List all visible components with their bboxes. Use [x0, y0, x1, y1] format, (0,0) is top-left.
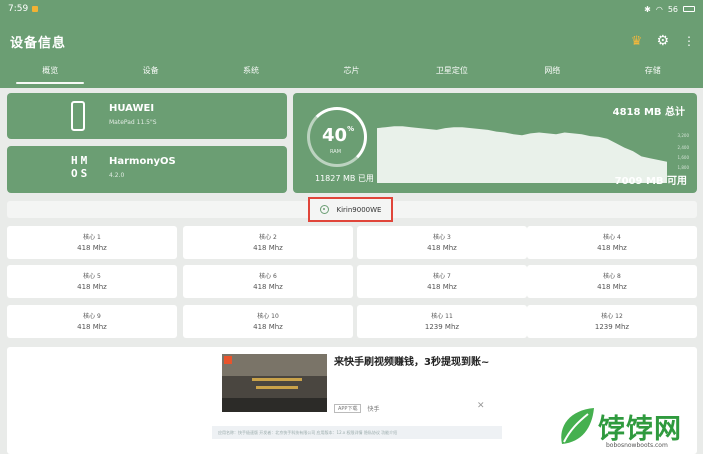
core-card: 核心 5 418 Mhz — [7, 265, 177, 298]
ram-used: 11827 MB 已用 — [315, 174, 374, 183]
ad-image-sky — [222, 354, 327, 376]
tab-overview[interactable]: 概览 — [0, 64, 100, 84]
tab-system[interactable]: 系统 — [201, 64, 301, 84]
ad-meta: APP下载 快手 — [334, 404, 379, 413]
ram-card[interactable]: 40% RAM 11827 MB 已用 4818 MB 总计 7009 MB 可… — [293, 93, 697, 193]
core-freq: 418 Mhz — [253, 283, 283, 291]
ad-image[interactable] — [222, 354, 327, 412]
os-card[interactable]: HM OS HarmonyOS 4.2.0 — [7, 146, 287, 193]
tab-chip[interactable]: 芯片 — [301, 64, 401, 84]
ad-image-band — [256, 386, 298, 389]
status-bar: 7:59 ✱ ◠ 56 — [0, 0, 703, 18]
device-model: MatePad 11.5"S — [109, 119, 157, 126]
core-freq: 418 Mhz — [77, 283, 107, 291]
ram-usage-chart — [377, 126, 667, 183]
tab-storage[interactable]: 存储 — [603, 64, 703, 84]
watermark-logo: 饽饽网 bobosnowboots.com — [556, 404, 703, 454]
watermark-text: 饽饽网 — [598, 414, 682, 445]
core-freq: 1239 Mhz — [594, 323, 630, 331]
ram-tick-2: 2,400 — [677, 145, 689, 150]
ad-image-band — [252, 378, 302, 381]
ram-percent: 40% — [322, 125, 355, 146]
close-icon[interactable]: ✕ — [477, 401, 485, 411]
ram-total: 4818 MB 总计 — [612, 107, 685, 118]
core-freq: 1239 Mhz — [424, 323, 460, 331]
core-name: 核心 4 — [603, 234, 621, 241]
core-card: 核心 2 418 Mhz — [183, 226, 353, 259]
core-card: 核心 12 1239 Mhz — [527, 305, 697, 338]
core-freq: 418 Mhz — [253, 244, 283, 252]
core-name: 核心 3 — [433, 234, 451, 241]
chip-highlight[interactable]: Kirin9000WE — [308, 197, 393, 222]
core-name: 核心 5 — [83, 273, 101, 280]
chip-name: Kirin9000WE — [336, 205, 382, 214]
ram-tick-1: 3,200 — [677, 133, 689, 138]
core-name: 核心 11 — [431, 313, 453, 320]
core-name: 核心 12 — [601, 313, 623, 320]
core-card: 核心 3 418 Mhz — [357, 226, 527, 259]
more-icon[interactable]: ⋮ — [683, 34, 695, 48]
core-card: 核心 8 418 Mhz — [527, 265, 697, 298]
device-card[interactable]: HUAWEI MatePad 11.5"S — [7, 93, 287, 139]
harmonyos-logo-icon: HM OS — [71, 154, 91, 180]
device-brand: HUAWEI — [109, 103, 155, 114]
tablet-icon — [71, 101, 85, 131]
ad-badge: APP下载 — [334, 404, 362, 413]
ram-usage-area — [377, 126, 667, 183]
ad-image-city — [222, 398, 327, 412]
ad-footer: 应用名称：快手极速版 开发者：北京快手科技有限公司 应用版本：12.x 权限详情… — [212, 426, 502, 439]
core-card: 核心 6 418 Mhz — [183, 265, 353, 298]
core-name: 核心 9 — [83, 313, 101, 320]
ad-title[interactable]: 来快手刷视频赚钱，3秒提现到账~ — [334, 355, 524, 370]
core-card: 核心 9 418 Mhz — [7, 305, 177, 338]
core-name: 核心 6 — [259, 273, 277, 280]
ram-label: RAM — [330, 149, 342, 155]
title-row: 设备信息 ♛ ⚙ ⋮ — [10, 30, 695, 52]
core-freq: 418 Mhz — [427, 244, 457, 252]
core-name: 核心 2 — [259, 234, 277, 241]
core-freq: 418 Mhz — [77, 323, 107, 331]
core-card: 核心 10 418 Mhz — [183, 305, 353, 338]
core-freq: 418 Mhz — [427, 283, 457, 291]
core-card: 核心 1 418 Mhz — [7, 226, 177, 259]
core-freq: 418 Mhz — [253, 323, 283, 331]
core-card: 核心 11 1239 Mhz — [357, 305, 527, 338]
core-name: 核心 8 — [603, 273, 621, 280]
chip-icon — [319, 205, 329, 214]
core-name: 核心 10 — [257, 313, 279, 320]
ram-tick-3: 1,600 — [677, 155, 689, 160]
watermark-url: bobosnowboots.com — [606, 442, 668, 449]
app-bar: 7:59 ✱ ◠ 56 设备信息 ♛ ⚙ ⋮ 概览 设备 系统 芯片 卫星定位 … — [0, 0, 703, 88]
bluetooth-icon: ✱ — [644, 4, 651, 14]
core-card: 核心 4 418 Mhz — [527, 226, 697, 259]
status-time: 7:59 — [8, 4, 29, 14]
tab-network[interactable]: 网络 — [502, 64, 602, 84]
gear-icon[interactable]: ⚙ — [656, 33, 669, 49]
core-name: 核心 1 — [83, 234, 101, 241]
tab-gnss[interactable]: 卫星定位 — [402, 64, 502, 84]
ram-tick-4: 1,800 — [677, 165, 689, 170]
header-actions: ♛ ⚙ ⋮ — [631, 33, 695, 49]
core-freq: 418 Mhz — [77, 244, 107, 252]
core-name: 核心 7 — [433, 273, 451, 280]
tab-device[interactable]: 设备 — [100, 64, 200, 84]
crown-icon[interactable]: ♛ — [631, 34, 643, 49]
wifi-icon: ◠ — [655, 4, 663, 14]
ad-source: 快手 — [367, 406, 380, 413]
os-name: HarmonyOS — [109, 156, 176, 167]
ad-image-tag — [224, 356, 232, 364]
leaf-icon — [561, 408, 594, 444]
page-title: 设备信息 — [10, 35, 67, 51]
notification-icon — [32, 6, 39, 12]
os-version: 4.2.0 — [109, 172, 125, 179]
core-card: 核心 7 418 Mhz — [357, 265, 527, 298]
battery-icon — [683, 6, 695, 12]
core-freq: 418 Mhz — [597, 283, 627, 291]
battery-level: 56 — [667, 4, 678, 14]
core-freq: 418 Mhz — [597, 244, 627, 252]
tab-bar: 概览 设备 系统 芯片 卫星定位 网络 存储 — [0, 64, 703, 84]
